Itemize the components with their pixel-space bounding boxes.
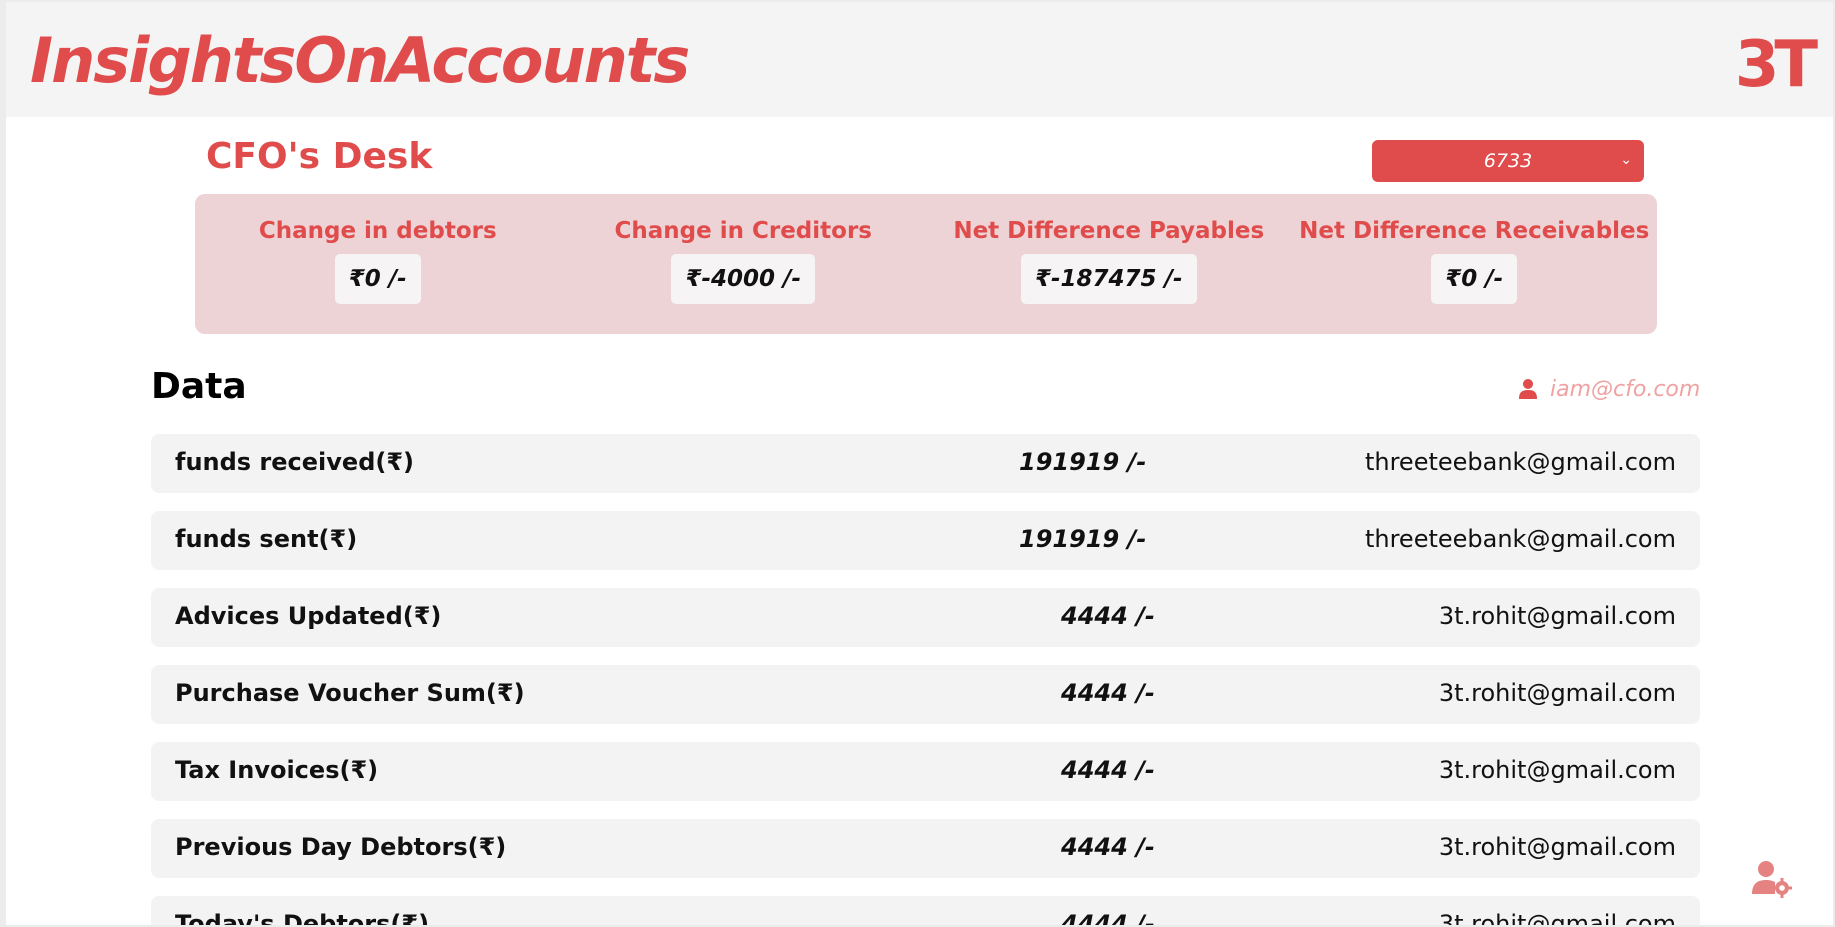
list-item: funds received(₹) 191919 /- threeteebank… <box>151 434 1700 493</box>
row-email: 3t.rohit@gmail.com <box>1438 833 1676 861</box>
row-email: threeteebank@gmail.com <box>1364 448 1676 476</box>
page-title: CFO's Desk <box>206 136 433 177</box>
logo[interactable]: 3T <box>1735 28 1818 102</box>
metric-value: ₹0 /- <box>1431 254 1518 304</box>
metric-label: Net Difference Payables <box>953 218 1265 244</box>
account-select[interactable]: 6733 ⌄ <box>1372 140 1644 182</box>
data-section-title: Data <box>151 366 247 407</box>
metric-value: ₹0 /- <box>334 254 421 304</box>
row-label: funds sent(₹) <box>175 525 358 553</box>
user-icon <box>1519 379 1537 399</box>
top-bar: InsightsOnAccounts 3T <box>6 0 1833 117</box>
metric-value: ₹-187475 /- <box>1020 254 1197 304</box>
row-label: funds received(₹) <box>175 448 415 476</box>
metric-net-difference-payables: Net Difference Payables ₹-187475 /- <box>926 194 1292 334</box>
metric-net-difference-receivables: Net Difference Receivables ₹0 /- <box>1292 194 1658 334</box>
user-settings-icon[interactable] <box>1750 858 1792 900</box>
list-item: funds sent(₹) 191919 /- threeteebank@gma… <box>151 511 1700 570</box>
row-email: threeteebank@gmail.com <box>1364 525 1676 553</box>
user-account-link[interactable]: iam@cfo.com <box>1518 374 1700 404</box>
row-label: Purchase Voucher Sum(₹) <box>175 679 525 707</box>
row-amount: 4444 /- <box>1061 910 1155 927</box>
row-email: 3t.rohit@gmail.com <box>1438 756 1676 784</box>
row-amount: 4444 /- <box>1061 679 1155 707</box>
list-item: Today's Debtors(₹) 4444 /- 3t.rohit@gmai… <box>151 896 1700 927</box>
row-email: 3t.rohit@gmail.com <box>1438 910 1676 927</box>
metric-label: Change in debtors <box>258 218 497 244</box>
metric-value: ₹-4000 /- <box>671 254 816 304</box>
brand-title[interactable]: InsightsOnAccounts <box>30 24 690 97</box>
account-select-value: 6733 <box>1483 150 1533 172</box>
row-email: 3t.rohit@gmail.com <box>1438 679 1676 707</box>
metric-change-in-debtors: Change in debtors ₹0 /- <box>195 194 561 334</box>
list-item: Purchase Voucher Sum(₹) 4444 /- 3t.rohit… <box>151 665 1700 724</box>
row-label: Previous Day Debtors(₹) <box>175 833 507 861</box>
metric-change-in-creditors: Change in Creditors ₹-4000 /- <box>561 194 927 334</box>
list-item: Advices Updated(₹) 4444 /- 3t.rohit@gmai… <box>151 588 1700 647</box>
user-email: iam@cfo.com <box>1550 376 1701 402</box>
row-label: Advices Updated(₹) <box>175 602 442 630</box>
summary-panel: Change in debtors ₹0 /- Change in Credit… <box>195 194 1657 334</box>
metric-label: Net Difference Receivables <box>1299 218 1650 244</box>
list-item: Previous Day Debtors(₹) 4444 /- 3t.rohit… <box>151 819 1700 878</box>
chevron-down-icon: ⌄ <box>1620 152 1632 168</box>
page: InsightsOnAccounts 3T CFO's Desk 6733 ⌄ … <box>0 0 1835 927</box>
row-amount: 4444 /- <box>1061 756 1155 784</box>
data-rows: funds received(₹) 191919 /- threeteebank… <box>151 434 1700 927</box>
row-label: Today's Debtors(₹) <box>175 910 430 927</box>
row-amount: 4444 /- <box>1061 833 1155 861</box>
metric-label: Change in Creditors <box>614 218 872 244</box>
row-amount: 191919 /- <box>1019 448 1147 476</box>
list-item: Tax Invoices(₹) 4444 /- 3t.rohit@gmail.c… <box>151 742 1700 801</box>
row-email: 3t.rohit@gmail.com <box>1438 602 1676 630</box>
row-label: Tax Invoices(₹) <box>175 756 379 784</box>
row-amount: 191919 /- <box>1019 525 1147 553</box>
row-amount: 4444 /- <box>1061 602 1155 630</box>
